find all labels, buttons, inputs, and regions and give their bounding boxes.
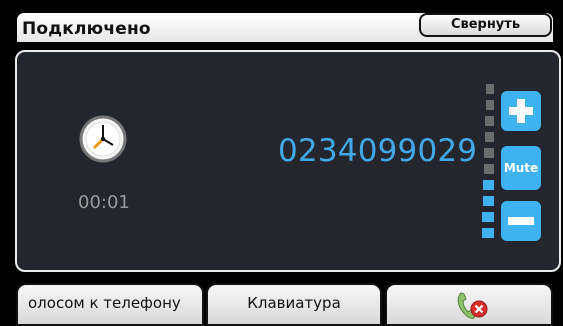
keyboard-button[interactable]: Клавиатура <box>206 283 382 326</box>
minus-icon <box>508 217 534 225</box>
volume-bar <box>483 180 494 190</box>
volume-up-button[interactable] <box>501 91 541 131</box>
connection-status-title: Подключено <box>22 19 151 39</box>
clock-icon <box>79 115 127 163</box>
volume-bar <box>484 164 494 174</box>
phone-number: 0234099029 <box>278 133 478 169</box>
call-duration: 00:01 <box>78 192 130 213</box>
volume-level-bars <box>474 84 494 249</box>
volume-bar <box>485 132 494 142</box>
mute-button[interactable]: Mute <box>501 146 541 190</box>
volume-bar <box>483 196 494 206</box>
volume-down-button[interactable] <box>501 201 541 241</box>
volume-bar <box>482 212 494 222</box>
volume-bar <box>485 116 494 126</box>
plus-icon <box>517 99 525 123</box>
volume-bar <box>486 84 494 94</box>
voice-to-phone-button[interactable]: олосом к телефону <box>16 283 204 326</box>
volume-bar <box>486 100 494 110</box>
volume-bar <box>484 148 494 158</box>
collapse-button[interactable]: Свернуть <box>419 13 552 37</box>
hangup-phone-icon <box>457 292 488 319</box>
hangup-button[interactable] <box>385 283 553 326</box>
volume-bar <box>482 228 494 238</box>
